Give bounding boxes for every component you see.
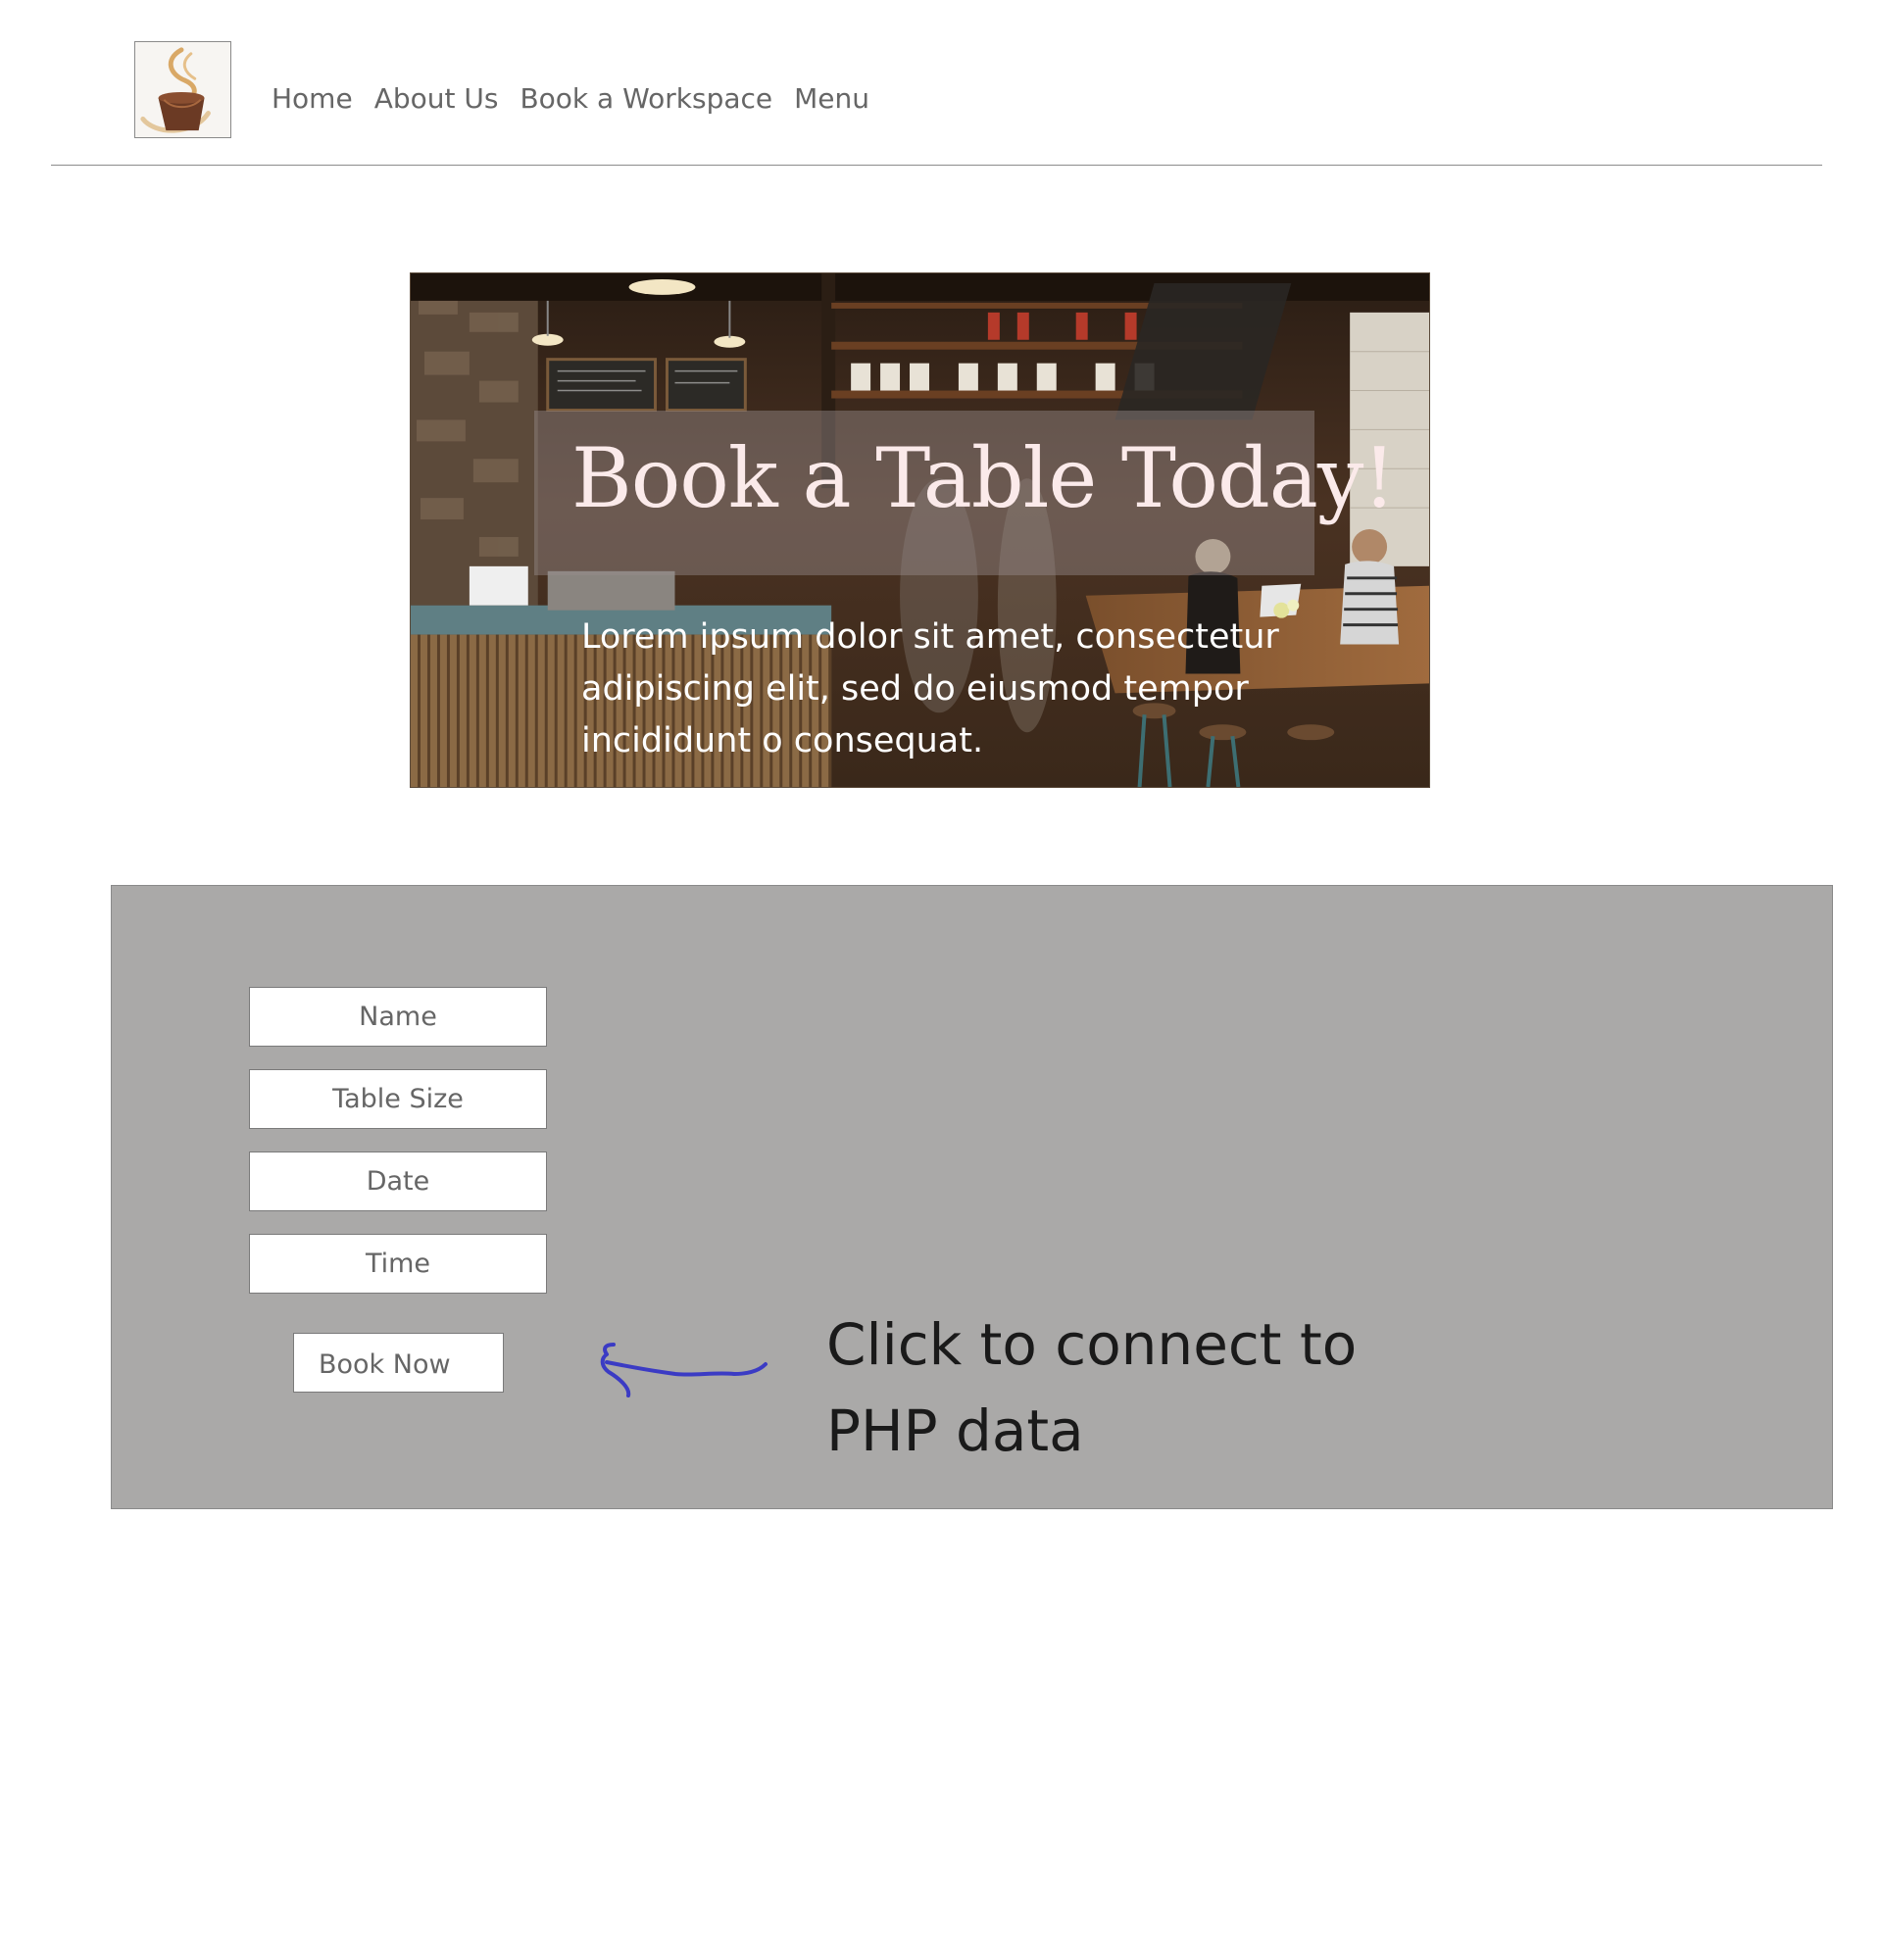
nav-book-workspace-link[interactable]: Book a Workspace <box>520 82 772 115</box>
header-divider <box>51 165 1822 166</box>
nav-menu-link[interactable]: Menu <box>794 82 869 115</box>
nav-home-link[interactable]: Home <box>272 82 353 115</box>
time-input[interactable] <box>249 1234 547 1294</box>
nav-about-us-link[interactable]: About Us <box>374 82 499 115</box>
php-connection-note: Click to connect to PHP data <box>826 1311 1358 1464</box>
hero-banner: Book a Table Today! Lorem ipsum dolor si… <box>410 272 1430 788</box>
hero-description: Lorem ipsum dolor sit amet, consectetur … <box>581 617 1279 760</box>
booking-form-panel: Book Now Click to connect to PHP data <box>111 885 1833 1509</box>
table-size-input[interactable] <box>249 1069 547 1129</box>
coffee-cup-icon <box>135 42 230 137</box>
book-now-label: Book Now <box>319 1348 451 1380</box>
main-nav: Home About Us Book a Workspace Menu <box>272 78 891 118</box>
name-input[interactable] <box>249 987 547 1047</box>
hero-title: Book a Table Today! <box>571 430 1396 526</box>
date-input[interactable] <box>249 1152 547 1211</box>
site-logo[interactable] <box>134 41 231 138</box>
left-arrow-annotation-icon <box>600 1343 768 1397</box>
book-now-button[interactable]: Book Now <box>293 1333 504 1393</box>
